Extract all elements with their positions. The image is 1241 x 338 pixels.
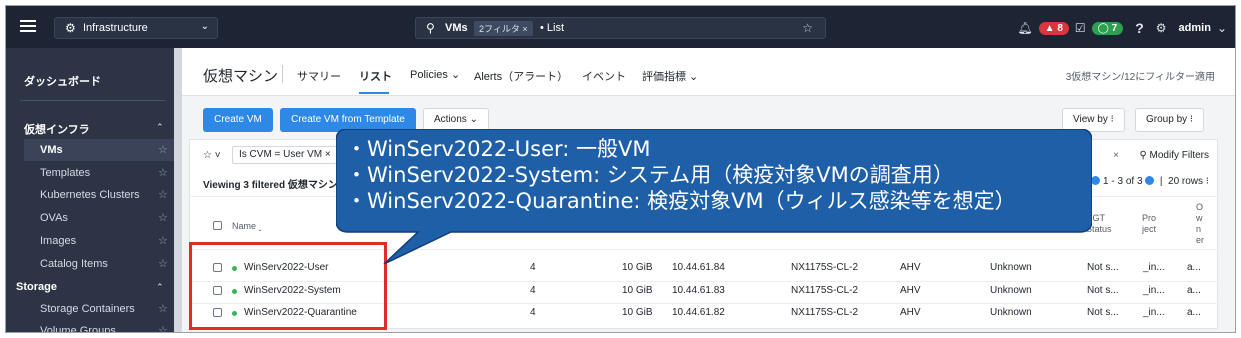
app-window: ⚙ Infrastructure ⌄ ⚲ VMs 2フィルタ × • List … — [5, 5, 1236, 333]
callout-line-system: ・WinServ2022-System: システム用（検疫対象VMの調査用） — [346, 163, 954, 187]
header-divider — [282, 65, 283, 83]
tab-policies[interactable]: Policies ⌄ — [410, 68, 460, 81]
sidebar-item-catalog-items[interactable]: Catalog Items ☆ — [24, 253, 174, 275]
tab-alerts[interactable]: Alerts（アラート） — [474, 68, 568, 84]
prev-page-icon[interactable] — [1091, 176, 1101, 185]
star-icon[interactable]: ☆ — [158, 211, 168, 224]
task-count-badge[interactable]: ◯ 7 — [1091, 21, 1124, 35]
bell-icon[interactable]: 🔔︎ — [1017, 21, 1032, 35]
global-search[interactable]: ⚲ VMs 2フィルタ × • List ☆ — [415, 17, 826, 39]
cluster-link[interactable]: NX1175S-CL-2 — [791, 285, 858, 296]
app-switcher-label: Infrastructure — [83, 22, 148, 34]
user-menu[interactable]: admin — [1179, 22, 1211, 34]
search-view: • List — [540, 22, 565, 34]
topbar-right: 🔔︎ ▲ 8 ☑ ◯ 7 ? ⚙ admin ⌄ — [1017, 17, 1227, 39]
sidebar-group-virtual-infra[interactable]: 仮想インフラ — [24, 121, 90, 137]
star-icon[interactable]: ☆ — [158, 166, 168, 179]
infrastructure-icon: ⚙ — [65, 21, 76, 35]
memory-cell: 10 GiB — [622, 285, 653, 296]
filter-chip-is-cvm[interactable]: Is CVM = User VM × — [232, 146, 338, 164]
callout-text: ・WinServ2022-User: 一般VM ・WinServ2022-Sys… — [346, 136, 1016, 214]
annotation-callout: ・WinServ2022-User: 一般VM ・WinServ2022-Sys… — [336, 129, 1092, 264]
tab-list[interactable]: リスト — [359, 68, 392, 84]
create-vm-button[interactable]: Create VM — [203, 108, 273, 132]
ip-cell: 10.44.61.83 — [672, 285, 725, 296]
sidebar-resize-handle[interactable] — [174, 48, 182, 332]
chevron-up-icon[interactable]: ⌃ — [156, 282, 164, 293]
star-icon[interactable]: ☆ — [158, 143, 168, 156]
active-tab-indicator — [359, 92, 389, 94]
owner-cell: a... — [1187, 307, 1201, 318]
viewing-count: Viewing 3 filtered 仮想マシン — [203, 180, 338, 191]
sidebar-dashboard[interactable]: ダッシュボード — [24, 73, 101, 89]
sidebar-item-images[interactable]: Images ☆ — [24, 230, 174, 252]
sidebar-item-volume-groups[interactable]: Volume Groups ☆ — [24, 320, 174, 332]
settings-gear-icon[interactable]: ⚙ — [1156, 21, 1167, 35]
tab-summary[interactable]: サマリー — [297, 68, 341, 84]
owner-cell: a... — [1187, 262, 1201, 273]
ngt-cell: Not s... — [1087, 307, 1119, 318]
star-icon[interactable]: ☆ — [158, 257, 168, 270]
column-header-owner[interactable]: O w n er — [1196, 202, 1206, 246]
ngt-cell: Not s... — [1087, 285, 1119, 296]
help-icon[interactable]: ? — [1135, 20, 1144, 36]
state-cell: Unknown — [990, 285, 1032, 296]
cluster-link[interactable]: NX1175S-CL-2 — [791, 307, 858, 318]
pagination: 1 - 3 of 3 | 20 rows ⁝ — [1091, 176, 1209, 187]
top-bar: ⚙ Infrastructure ⌄ ⚲ VMs 2フィルタ × • List … — [6, 6, 1235, 48]
sidebar-divider — [20, 100, 166, 101]
ip-cell: 10.44.61.82 — [672, 307, 725, 318]
tasks-icon[interactable]: ☑ — [1075, 21, 1086, 35]
callout-line-user: ・WinServ2022-User: 一般VM — [346, 137, 651, 161]
hypervisor-cell: AHV — [900, 285, 921, 296]
favorite-filter-dropdown[interactable]: ☆ ˅ — [203, 150, 221, 161]
page-range: 1 - 3 of 3 — [1103, 176, 1143, 187]
sidebar: ダッシュボード 仮想インフラ ⌃ VMs ☆ Templates ☆ Kuberne… — [6, 48, 176, 332]
star-icon[interactable]: ☆ — [802, 21, 813, 35]
page-header: 仮想マシン サマリー リスト Policies ⌄ Alerts（アラート） イ… — [182, 48, 1235, 96]
project-cell: _in... — [1143, 285, 1165, 296]
star-icon[interactable]: ☆ — [158, 234, 168, 247]
next-page-icon[interactable] — [1145, 176, 1155, 185]
sidebar-item-ovas[interactable]: OVAs ☆ — [24, 207, 174, 229]
sidebar-group-storage[interactable]: Storage — [16, 281, 57, 293]
search-filter-chip[interactable]: 2フィルタ × — [474, 21, 533, 36]
search-icon: ⚲ — [426, 21, 435, 35]
star-icon[interactable]: ☆ — [158, 324, 168, 332]
modify-filters-button[interactable]: ⚲ Modify Filters — [1139, 150, 1209, 161]
vcpu-cell: 4 — [530, 307, 536, 318]
sidebar-item-storage-containers[interactable]: Storage Containers ☆ — [24, 298, 174, 320]
chevron-down-icon: ⌄ — [200, 21, 209, 32]
memory-cell: 10 GiB — [622, 307, 653, 318]
select-all-checkbox[interactable] — [213, 221, 222, 230]
column-header-project[interactable]: Pro ject — [1142, 213, 1162, 235]
project-cell: _in... — [1143, 262, 1165, 273]
chevron-up-icon[interactable]: ⌃ — [156, 122, 164, 133]
clear-filters-button[interactable]: × — [1113, 150, 1119, 161]
hypervisor-cell: AHV — [900, 307, 921, 318]
filter-summary: 3仮想マシン/12にフィルター適用 — [1065, 72, 1215, 83]
star-icon[interactable]: ☆ — [158, 302, 168, 315]
callout-line-quarantine: ・WinServ2022-Quarantine: 検疫対象VM（ウィルス感染等を… — [346, 189, 1016, 213]
tab-metrics[interactable]: 評価指標 ⌄ — [642, 68, 698, 84]
sidebar-item-vms[interactable]: VMs ☆ — [24, 139, 174, 161]
vcpu-cell: 4 — [530, 285, 536, 296]
rows-per-page-dropdown[interactable]: 20 rows ⁝ — [1168, 176, 1209, 187]
chevron-down-icon[interactable]: ⌄ — [1217, 21, 1227, 35]
app-switcher[interactable]: ⚙ Infrastructure ⌄ — [54, 17, 218, 39]
sidebar-item-templates[interactable]: Templates ☆ — [24, 162, 174, 184]
state-cell: Unknown — [990, 307, 1032, 318]
page-title: 仮想マシン — [203, 68, 279, 85]
project-cell: _in... — [1143, 307, 1165, 318]
column-header-name[interactable]: Name ˬ — [232, 221, 262, 231]
sidebar-item-kubernetes-clusters[interactable]: Kubernetes Clusters ☆ — [24, 184, 174, 206]
alert-count-badge[interactable]: ▲ 8 — [1038, 21, 1069, 35]
owner-cell: a... — [1187, 285, 1201, 296]
star-icon[interactable]: ☆ — [158, 188, 168, 201]
tab-events[interactable]: イベント — [582, 68, 626, 84]
hamburger-menu-icon[interactable] — [20, 20, 36, 33]
search-entity: VMs — [445, 22, 468, 34]
group-by-dropdown[interactable]: Group by ⁝ — [1135, 108, 1205, 132]
